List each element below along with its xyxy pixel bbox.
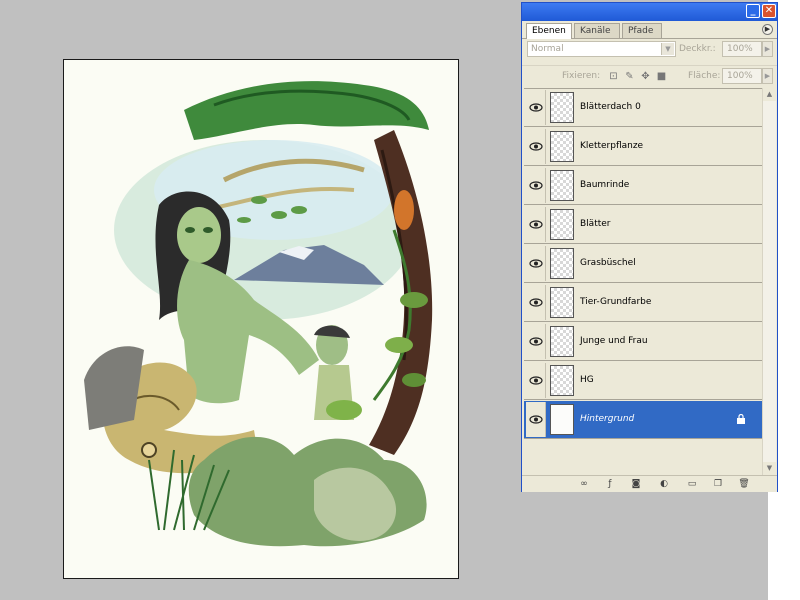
new-layer-icon[interactable]: ❐ bbox=[712, 479, 724, 490]
eye-icon bbox=[529, 337, 543, 346]
layers-scrollbar[interactable]: ▲ ▼ bbox=[762, 88, 776, 478]
layer-name: Tier-Grundfarbe bbox=[580, 297, 652, 307]
layer-thumbnail bbox=[550, 92, 574, 123]
visibility-toggle[interactable] bbox=[526, 363, 546, 398]
tab-ebenen[interactable]: Ebenen bbox=[526, 23, 572, 39]
layer-row[interactable]: Blätter bbox=[524, 206, 762, 244]
visibility-toggle[interactable] bbox=[526, 129, 546, 164]
link-icon[interactable]: ∞ bbox=[578, 479, 590, 490]
fill-label: Fläche: bbox=[688, 71, 721, 81]
layer-name: Junge und Frau bbox=[580, 336, 648, 346]
blend-row: Normal ▼ Deckkr.: 100% ▶ bbox=[522, 39, 777, 61]
layer-row[interactable]: HG bbox=[524, 362, 762, 400]
eye-icon bbox=[529, 142, 543, 151]
eye-icon bbox=[529, 298, 543, 307]
layer-row-selected[interactable]: Hintergrund bbox=[524, 401, 762, 439]
layer-name: Blätterdach 0 bbox=[580, 102, 641, 112]
tab-pfade[interactable]: Pfade bbox=[622, 23, 662, 38]
eye-icon bbox=[529, 259, 543, 268]
layer-thumbnail bbox=[550, 365, 574, 396]
visibility-toggle[interactable] bbox=[526, 402, 546, 437]
visibility-toggle[interactable] bbox=[526, 90, 546, 125]
tab-kanaele[interactable]: Kanäle bbox=[574, 23, 620, 38]
lock-row: Fixieren: ⊡ ✎ ✥ ■ Fläche: 100% ▶ bbox=[522, 65, 777, 88]
scroll-up-icon[interactable]: ▲ bbox=[763, 88, 776, 101]
visibility-toggle[interactable] bbox=[526, 246, 546, 281]
eye-icon bbox=[529, 103, 543, 112]
fill-value: 100% bbox=[727, 71, 753, 81]
eye-icon bbox=[529, 415, 543, 424]
layer-name: Grasbüschel bbox=[580, 258, 636, 268]
mask-icon[interactable]: ◙ bbox=[630, 479, 642, 490]
trash-icon[interactable]: 🗑 bbox=[738, 479, 750, 490]
lock-icon bbox=[737, 414, 745, 424]
adjustment-layer-icon[interactable]: ◐ bbox=[658, 479, 670, 490]
chevron-down-icon[interactable]: ▼ bbox=[661, 43, 674, 55]
layer-style-icon[interactable]: ƒ bbox=[604, 479, 616, 490]
minimize-button[interactable]: _ bbox=[746, 4, 760, 18]
layer-row[interactable]: Junge und Frau bbox=[524, 323, 762, 361]
fill-input[interactable]: 100% bbox=[722, 68, 762, 84]
opacity-slider-button[interactable]: ▶ bbox=[762, 41, 773, 57]
eye-icon bbox=[529, 376, 543, 385]
lock-label: Fixieren: bbox=[562, 71, 601, 81]
lock-position-icon[interactable]: ✥ bbox=[640, 71, 651, 82]
layer-row[interactable]: Kletterpflanze bbox=[524, 128, 762, 166]
group-folder-icon[interactable]: ▭ bbox=[686, 479, 698, 490]
fill-slider-button[interactable]: ▶ bbox=[762, 68, 773, 84]
layer-thumbnail bbox=[550, 170, 574, 201]
layer-name: Blätter bbox=[580, 219, 611, 229]
document-image[interactable] bbox=[63, 59, 459, 579]
lock-brush-icon[interactable]: ✎ bbox=[624, 71, 635, 82]
layer-thumbnail bbox=[550, 326, 574, 357]
layers-list: Blätterdach 0 Kletterpflanze Baumrinde B… bbox=[524, 88, 762, 469]
blend-mode-value: Normal bbox=[531, 44, 564, 54]
layer-row[interactable]: Blätterdach 0 bbox=[524, 89, 762, 127]
eye-icon bbox=[529, 181, 543, 190]
blend-mode-select[interactable]: Normal ▼ bbox=[527, 41, 676, 57]
layer-row[interactable]: Baumrinde bbox=[524, 167, 762, 205]
layer-thumbnail bbox=[550, 209, 574, 240]
palette-tabs: Ebenen Kanäle Pfade ▶ bbox=[522, 21, 777, 39]
opacity-label: Deckkr.: bbox=[679, 44, 716, 54]
palette-bottom-bar: ∞ ƒ ◙ ◐ ▭ ❐ 🗑 bbox=[522, 475, 777, 492]
palette-titlebar[interactable]: _ ✕ bbox=[522, 3, 777, 21]
layer-thumbnail bbox=[550, 404, 574, 435]
scroll-down-icon[interactable]: ▼ bbox=[763, 462, 776, 475]
close-button[interactable]: ✕ bbox=[762, 4, 776, 18]
eye-icon bbox=[529, 220, 543, 229]
layer-name: HG bbox=[580, 375, 594, 385]
opacity-input[interactable]: 100% bbox=[722, 41, 762, 57]
layer-thumbnail bbox=[550, 248, 574, 279]
visibility-toggle[interactable] bbox=[526, 324, 546, 359]
layer-row[interactable]: Grasbüschel bbox=[524, 245, 762, 283]
layer-name: Baumrinde bbox=[580, 180, 630, 190]
lock-all-icon[interactable]: ■ bbox=[656, 71, 667, 82]
layer-thumbnail bbox=[550, 131, 574, 162]
layers-palette: _ ✕ Ebenen Kanäle Pfade ▶ Normal ▼ Deckk… bbox=[521, 2, 778, 492]
layer-name: Hintergrund bbox=[580, 414, 635, 424]
visibility-toggle[interactable] bbox=[526, 285, 546, 320]
visibility-toggle[interactable] bbox=[526, 168, 546, 203]
layer-name: Kletterpflanze bbox=[580, 141, 644, 151]
palette-menu-icon[interactable]: ▶ bbox=[762, 24, 773, 35]
layer-row[interactable]: Tier-Grundfarbe bbox=[524, 284, 762, 322]
layer-thumbnail bbox=[550, 287, 574, 318]
opacity-value: 100% bbox=[727, 44, 753, 54]
visibility-toggle[interactable] bbox=[526, 207, 546, 242]
lock-transparency-icon[interactable]: ⊡ bbox=[608, 71, 619, 82]
fantasy-illustration bbox=[84, 81, 433, 547]
